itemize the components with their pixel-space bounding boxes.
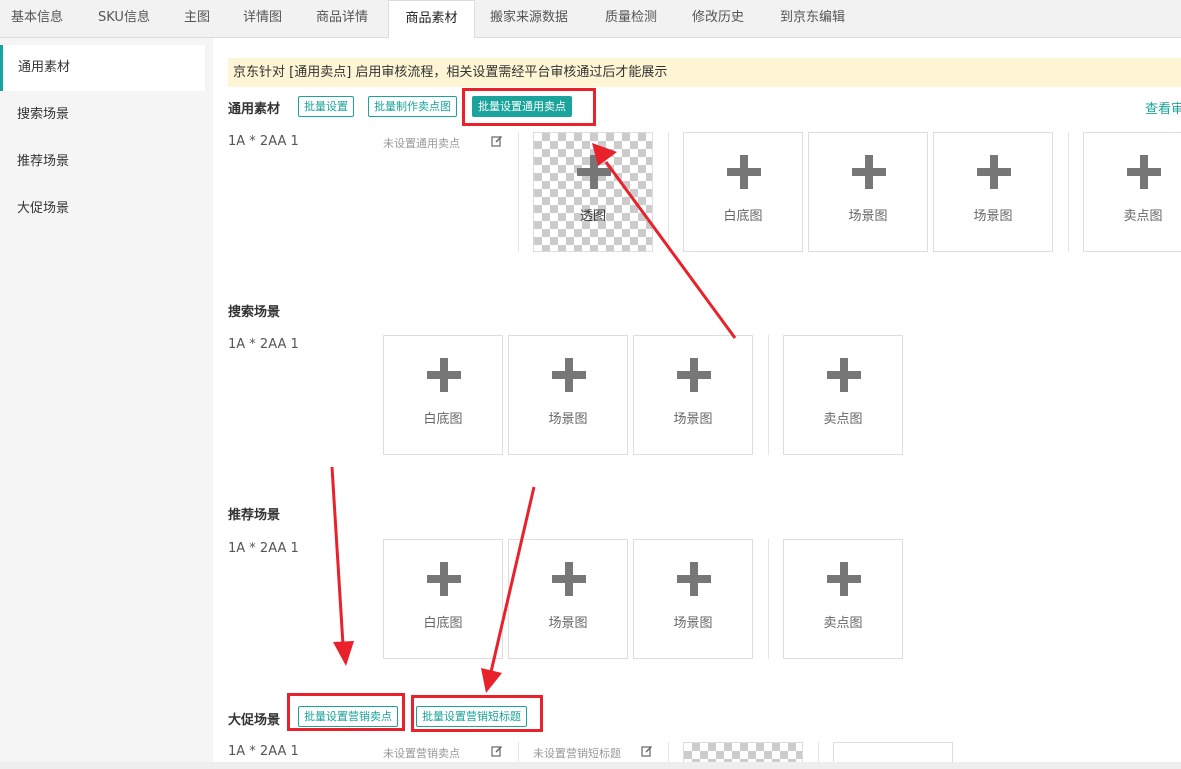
sidebar: 通用素材 搜索场景 推荐场景 大促场景 [0,38,213,762]
plus-icon [677,358,711,392]
slot-label: 卖点图 [1123,209,1163,224]
bottom-scrollbar[interactable] [0,762,1181,769]
tab-detail-image[interactable]: 详情图 [243,0,282,37]
image-slot-white-bg[interactable]: 白底图 [383,335,503,455]
page-root: 基本信息 SKU信息 主图 详情图 商品详情 商品素材 搬家来源数据 质量检测 … [0,0,1181,769]
plus-icon [727,155,761,189]
slot-label: 卖点图 [823,616,863,631]
slot-label: 场景图 [848,209,888,224]
sku-label: 1A * 2AA 1 [228,337,299,352]
image-slot-white-bg[interactable]: 白底图 [683,132,803,252]
plus-icon [427,358,461,392]
batch-set-marketing-selling-button[interactable]: 批量设置营销卖点 [298,706,398,727]
slot-label: 白底图 [723,209,763,224]
batch-make-selling-image-button[interactable]: 批量制作卖点图 [368,96,457,117]
plus-icon [677,562,711,596]
divider [518,132,519,252]
tab-quality-check[interactable]: 质量检测 [605,0,657,37]
marketing-selling-status: 未设置营销卖点 [383,747,460,760]
edit-icon[interactable] [491,135,503,147]
slot-label: 场景图 [548,412,588,427]
tab-main-image[interactable]: 主图 [184,0,210,37]
image-slot-scene[interactable]: 场景图 [808,132,928,252]
image-slot-transparent[interactable]: 透图 [533,132,653,252]
general-selling-status: 未设置通用卖点 [383,137,460,150]
edit-icon[interactable] [491,745,503,757]
main-content: 京东针对 [通用卖点] 启用审核流程，相关设置需经平台审核通过后才能展示 通用素… [213,38,1181,762]
tab-basic-info[interactable]: 基本信息 [11,0,63,37]
sidebar-item-search[interactable]: 搜索场景 [0,92,205,138]
section-title-search: 搜索场景 [228,305,281,320]
plus-icon [577,155,611,189]
slot-label: 场景图 [548,616,588,631]
sku-label: 1A * 2AA 1 [228,541,299,556]
divider [818,742,819,762]
image-slot-scene[interactable]: 场景图 [508,539,628,659]
divider [1068,132,1069,252]
sidebar-item-promo[interactable]: 大促场景 [0,186,205,232]
plus-icon [852,155,886,189]
image-slot-promo-transparent[interactable] [683,742,803,762]
image-slot-scene[interactable]: 场景图 [933,132,1053,252]
image-slot-selling[interactable]: 卖点图 [783,539,903,659]
sidebar-item-general[interactable]: 通用素材 [0,45,205,91]
tab-bar: 基本信息 SKU信息 主图 详情图 商品详情 商品素材 搬家来源数据 质量检测 … [0,0,1181,39]
audit-notice: 京东针对 [通用卖点] 启用审核流程，相关设置需经平台审核通过后才能展示 [228,58,1181,87]
edit-icon[interactable] [641,745,653,757]
batch-set-general-selling-button[interactable]: 批量设置通用卖点 [472,96,572,117]
image-slot-promo[interactable] [833,742,953,762]
divider [518,742,519,762]
divider [668,742,669,762]
batch-set-marketing-short-title-button[interactable]: 批量设置营销短标题 [416,706,527,727]
slot-label: 卖点图 [823,412,863,427]
plus-icon [1127,155,1161,189]
slot-label: 场景图 [673,616,713,631]
slot-label: 白底图 [423,412,463,427]
tab-product-materials[interactable]: 商品素材 [388,0,475,39]
sku-label: 1A * 2AA 1 [228,744,299,759]
image-slot-selling[interactable]: 卖点图 [783,335,903,455]
tab-jd-edit[interactable]: 到京东编辑 [780,0,845,37]
slot-label: 场景图 [973,209,1013,224]
batch-set-button[interactable]: 批量设置 [298,96,354,117]
tab-migration-source[interactable]: 搬家来源数据 [490,0,568,37]
section-title-general: 通用素材 [228,102,281,117]
slot-label: 白底图 [423,616,463,631]
divider [768,539,769,659]
plus-icon [552,562,586,596]
plus-icon [977,155,1011,189]
sku-label: 1A * 2AA 1 [228,134,299,149]
tab-product-detail[interactable]: 商品详情 [316,0,368,37]
plus-icon [552,358,586,392]
image-slot-scene[interactable]: 场景图 [633,335,753,455]
view-audit-link[interactable]: 查看审 [1145,98,1181,117]
tab-sku-info[interactable]: SKU信息 [98,0,150,37]
plus-icon [827,358,861,392]
divider [768,335,769,455]
marketing-short-title-status: 未设置营销短标题 [533,747,621,760]
slot-label: 透图 [579,209,606,224]
image-slot-selling[interactable]: 卖点图 [1083,132,1181,252]
section-title-recommend: 推荐场景 [228,508,281,523]
image-slot-white-bg[interactable]: 白底图 [383,539,503,659]
image-slot-scene[interactable]: 场景图 [508,335,628,455]
tab-edit-history[interactable]: 修改历史 [692,0,744,37]
sidebar-item-recommend[interactable]: 推荐场景 [0,139,205,185]
slot-label: 场景图 [673,412,713,427]
section-title-promo: 大促场景 [228,713,281,728]
divider [668,132,669,252]
plus-icon [827,562,861,596]
plus-icon [427,562,461,596]
image-slot-scene[interactable]: 场景图 [633,539,753,659]
